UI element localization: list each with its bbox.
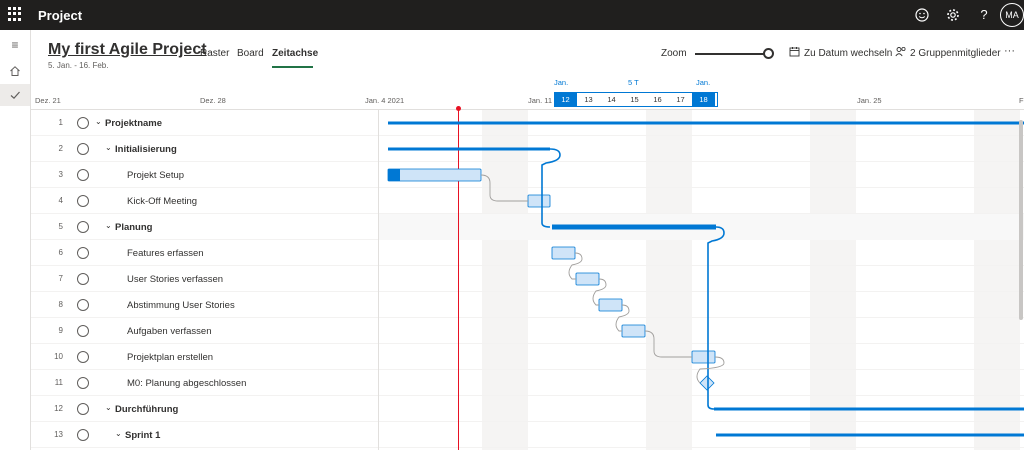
dependency-connector [480, 174, 528, 202]
task-bar[interactable] [527, 194, 551, 208]
milestone-diamond[interactable] [699, 375, 715, 391]
gantt-chart [387, 121, 1024, 437]
task-bar[interactable] [387, 168, 482, 182]
task-bar[interactable] [621, 324, 646, 338]
vertical-scrollbar[interactable] [1019, 120, 1023, 320]
dependency-connector [644, 330, 692, 358]
task-bar[interactable] [598, 298, 623, 312]
task-progress[interactable] [388, 169, 400, 181]
task-bar[interactable] [575, 272, 600, 286]
summary-connector [541, 148, 561, 228]
task-bar[interactable] [551, 246, 576, 260]
task-bar[interactable] [691, 350, 716, 364]
